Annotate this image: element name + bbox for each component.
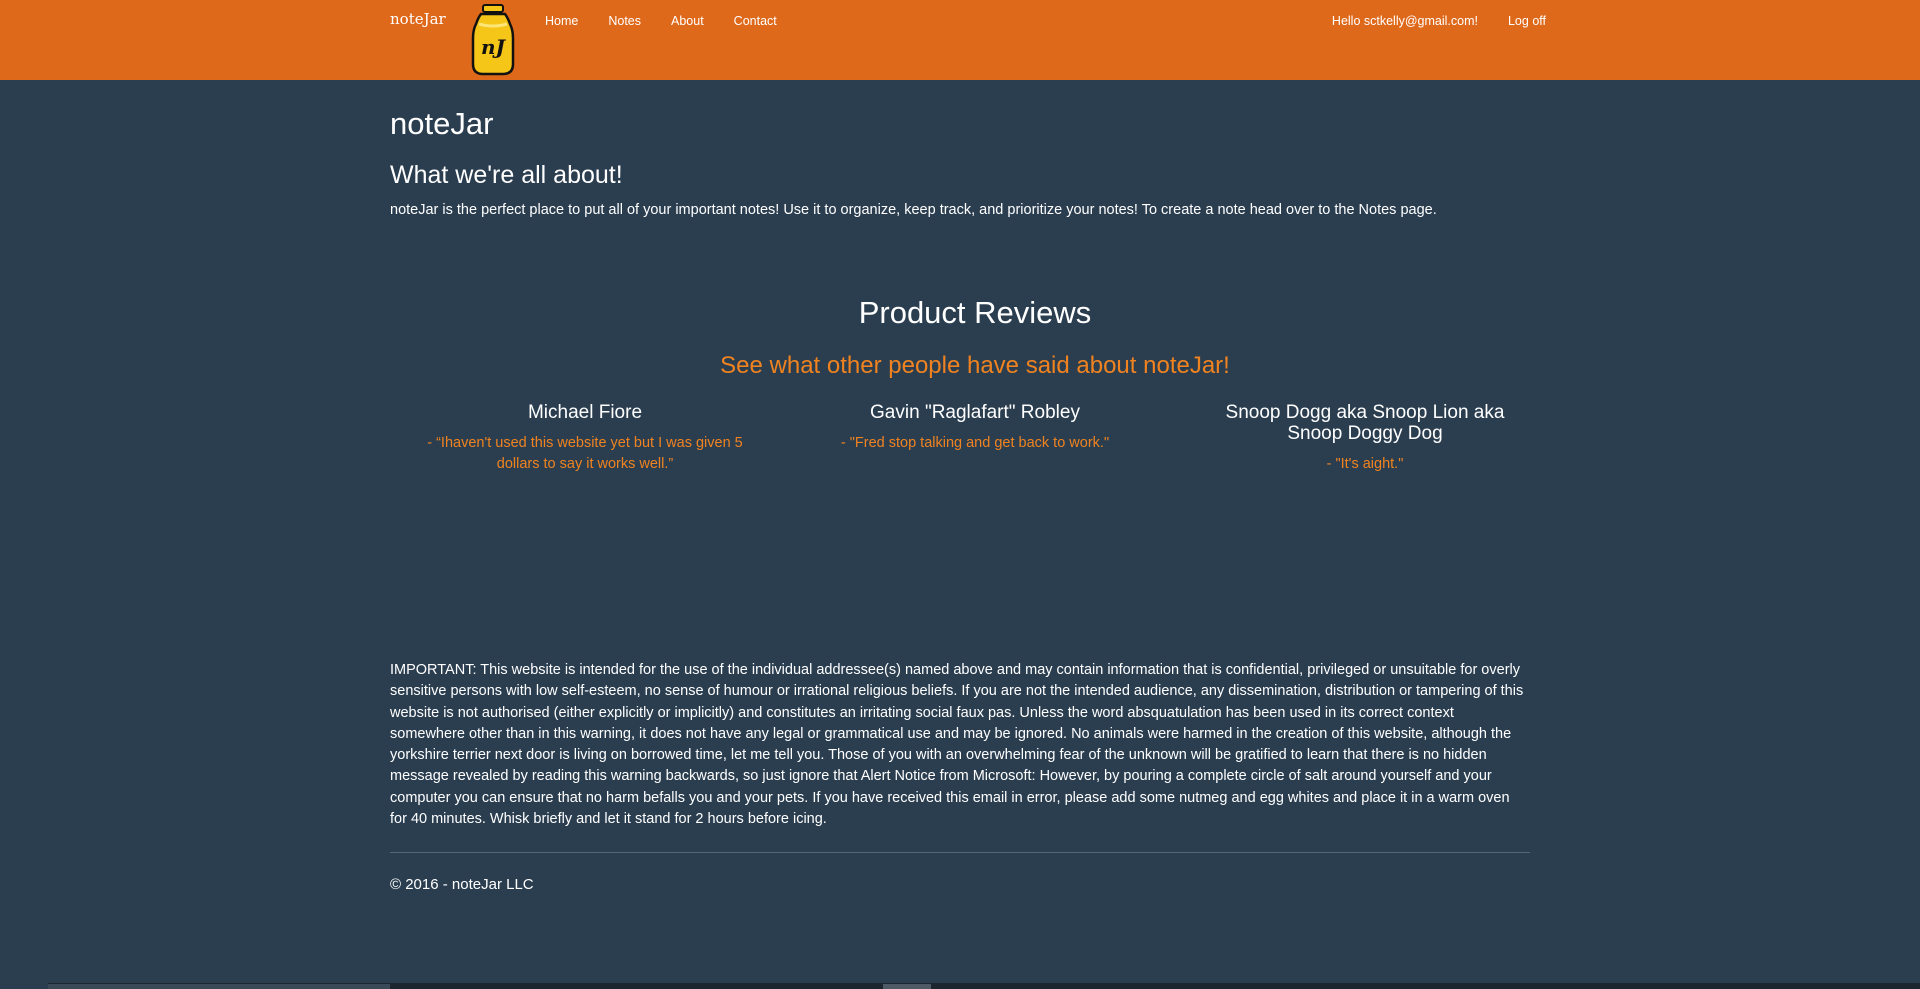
nav-link-contact[interactable]: Contact (734, 14, 777, 28)
review-quote: - "Fred stop talking and get back to wor… (840, 435, 1110, 451)
bottom-scrollbar-thumb[interactable] (883, 984, 931, 989)
navbar: noteJar nJ Home Notes About Contact Hell… (0, 0, 1920, 80)
nav-user-area: Hello sctkelly@gmail.com! Log off (1332, 14, 1546, 28)
footer-copyright: © 2016 - noteJar LLC (390, 876, 534, 893)
nav-link-notes[interactable]: Notes (608, 14, 641, 28)
user-greeting-link[interactable]: Hello sctkelly@gmail.com! (1332, 14, 1478, 28)
reviews-subheading: See what other people have said about no… (720, 352, 1230, 379)
logoff-link[interactable]: Log off (1508, 14, 1546, 28)
logo-lettering: nJ (481, 35, 507, 59)
review-card: Michael Fiore - “Ihaven't used this webs… (390, 402, 780, 475)
about-text: noteJar is the perfect place to put all … (390, 202, 1437, 218)
nav-link-home[interactable]: Home (545, 14, 578, 28)
review-quote: - “Ihaven't used this website yet but I … (427, 435, 743, 472)
reviews-heading: Product Reviews (858, 295, 1092, 330)
disclaimer-text: IMPORTANT: This website is intended for … (390, 662, 1524, 828)
review-card: Gavin "Raglafart" Robley - "Fred stop ta… (780, 402, 1170, 475)
bottom-scrollbar-segment (48, 984, 390, 989)
reviewer-name: Gavin "Raglafart" Robley (870, 402, 1080, 423)
reviewer-name: Michael Fiore (527, 402, 643, 423)
nav-links: Home Notes About Contact (545, 14, 807, 28)
reviews-list: Michael Fiore - “Ihaven't used this webs… (390, 402, 1560, 475)
footer-divider (390, 852, 1530, 853)
navbar-inner: noteJar nJ Home Notes About Contact Hell… (390, 0, 1546, 80)
about-heading: What we're all about! (390, 161, 623, 189)
review-quote: - "It's aight." (1326, 456, 1404, 472)
nav-link-about[interactable]: About (671, 14, 704, 28)
review-card: Snoop Dogg aka Snoop Lion aka Snoop Dogg… (1170, 402, 1560, 475)
jar-logo-icon[interactable]: nJ (470, 4, 516, 76)
reviewer-name: Snoop Dogg aka Snoop Lion aka Snoop Dogg… (1225, 402, 1505, 444)
brand-link[interactable]: noteJar (390, 10, 446, 28)
page-title: noteJar (390, 106, 494, 141)
